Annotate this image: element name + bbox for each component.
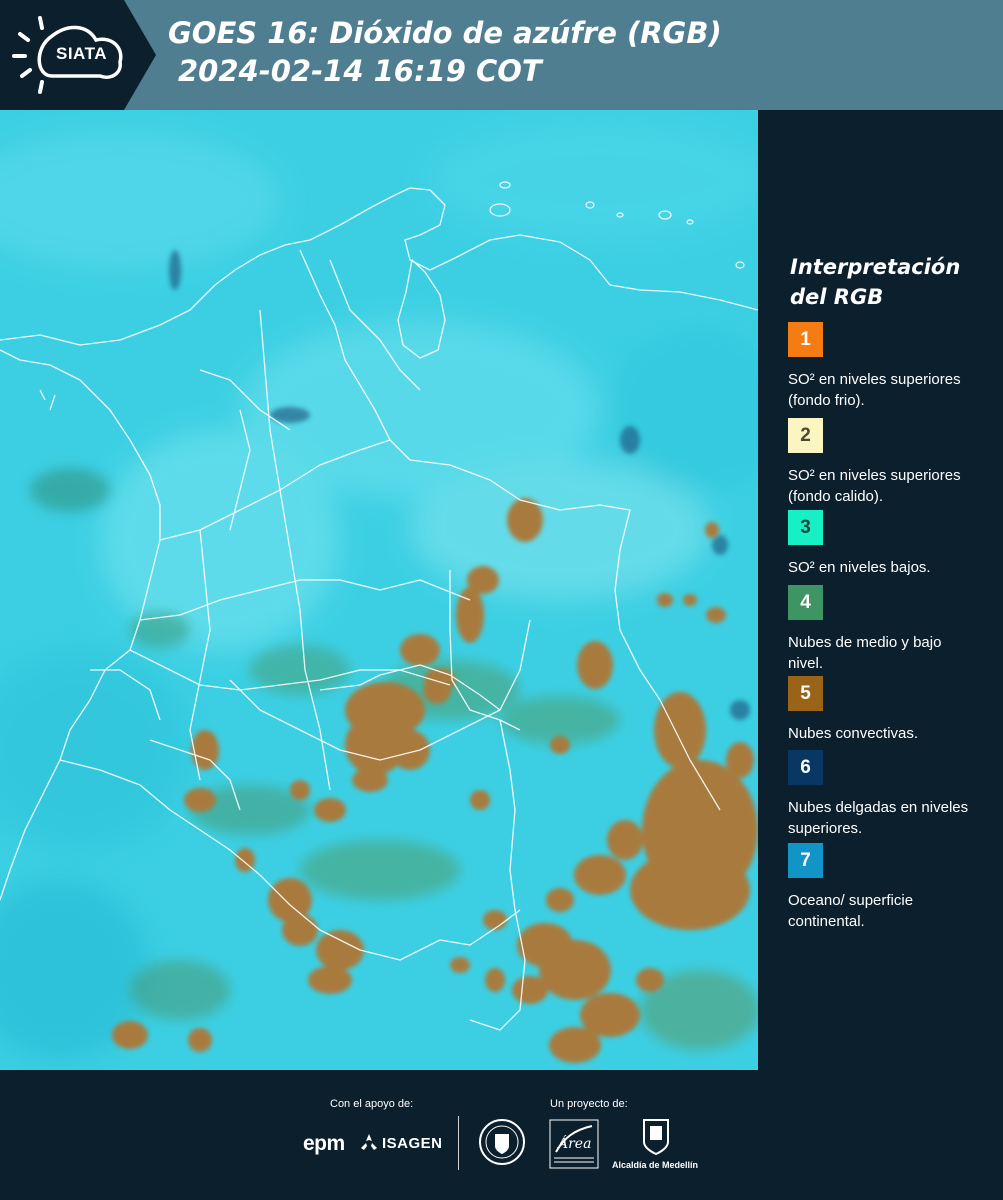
legend-swatch-7: 7 <box>788 843 823 878</box>
legend-item-4: 4 Nubes de medio y bajo nivel. <box>788 585 998 674</box>
isagen-logo-icon <box>361 1134 377 1150</box>
header: SIATA GOES 16: Dióxido de azúfre (RGB) 2… <box>0 0 1003 110</box>
legend-item-3: 3 SO² en niveles bajos. <box>788 510 998 578</box>
legend-item-6: 6 Nubes delgadas en niveles superiores. <box>788 750 998 839</box>
footer: Con el apoyo de: Un proyecto de: epm ISA… <box>0 1070 1003 1200</box>
legend-swatch-6: 6 <box>788 750 823 785</box>
legend-swatch-2: 2 <box>788 418 823 453</box>
page-title: GOES 16: Dióxido de azúfre (RGB) <box>168 16 722 50</box>
legend-label-1: SO² en niveles superiores (fondo frio). <box>788 371 961 409</box>
legend-label-6: Nubes delgadas en niveles superiores. <box>788 799 969 837</box>
legend-label-2: SO² en niveles superiores (fondo calido)… <box>788 467 961 505</box>
legend-label-3: SO² en niveles bajos. <box>788 559 931 576</box>
page-timestamp: 2024-02-14 16:19 COT <box>178 54 542 88</box>
support-caption: Con el apoyo de: <box>330 1098 414 1110</box>
legend-panel: Interpretación del RGB 1 SO² en niveles … <box>760 110 1003 1070</box>
satellite-map <box>0 110 758 1070</box>
legend-item-7: 7 Oceano/ superficie continental. <box>788 843 998 932</box>
area-metropolitana-logo-icon: Área <box>549 1119 599 1169</box>
legend-label-4: Nubes de medio y bajo nivel. <box>788 634 942 672</box>
legend-title: Interpretación del RGB <box>790 255 961 309</box>
siata-logo: SIATA <box>0 0 156 110</box>
legend-item-2: 2 SO² en niveles superiores (fondo calid… <box>788 418 998 507</box>
epm-logo: epm <box>303 1132 345 1155</box>
isagen-logo: ISAGEN <box>382 1135 443 1152</box>
footer-divider <box>458 1116 459 1170</box>
svg-text:Área: Área <box>556 1134 591 1152</box>
siata-logo-text: SIATA <box>56 44 107 63</box>
satellite-image <box>0 110 758 1070</box>
project-caption: Un proyecto de: <box>550 1098 628 1110</box>
legend-label-7: Oceano/ superficie continental. <box>788 892 914 930</box>
legend-label-5: Nubes convectivas. <box>788 725 919 742</box>
medellin-seal-icon <box>479 1119 525 1165</box>
alcaldia-label: Alcaldía de Medellín <box>612 1160 699 1170</box>
alcaldia-shield-icon <box>643 1119 669 1156</box>
legend-swatch-1: 1 <box>788 322 823 357</box>
legend-item-1: 1 SO² en niveles superiores (fondo frio)… <box>788 322 998 411</box>
legend-swatch-5: 5 <box>788 676 823 711</box>
legend-swatch-4: 4 <box>788 585 823 620</box>
legend-item-5: 5 Nubes convectivas. <box>788 676 998 744</box>
legend-swatch-3: 3 <box>788 510 823 545</box>
